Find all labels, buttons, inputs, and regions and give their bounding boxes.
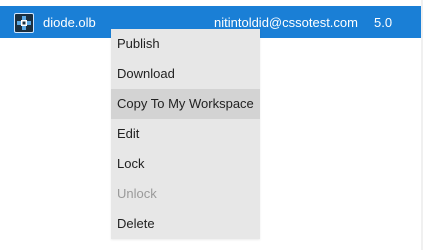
menu-item-copy-to-my-workspace[interactable]: Copy To My Workspace: [111, 89, 260, 119]
menu-item-unlock: Unlock: [117, 186, 157, 201]
file-list-panel: diode.olb nitintoldid@cssotest.com 5.0 P…: [0, 0, 423, 250]
menu-item-lock[interactable]: Lock: [111, 149, 260, 179]
menu-item-delete[interactable]: Delete: [111, 209, 260, 239]
file-name: diode.olb: [43, 15, 96, 30]
menu-item-edit[interactable]: Edit: [111, 119, 260, 149]
component-file-icon: [14, 13, 34, 33]
menu-item-download[interactable]: Download: [111, 59, 260, 89]
file-owner: nitintoldid@cssotest.com: [214, 15, 358, 30]
file-version: 5.0: [374, 15, 393, 30]
menu-item-publish[interactable]: Publish: [111, 29, 260, 59]
context-menu: Publish Download Copy To My Workspace Ed…: [111, 29, 260, 239]
